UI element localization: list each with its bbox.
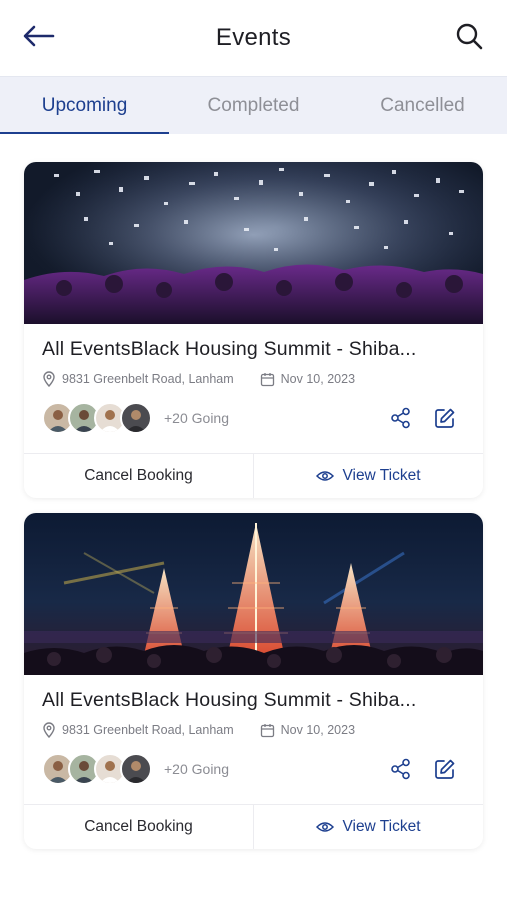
event-card[interactable]: All EventsBlack Housing Summit - Shiba..…	[24, 513, 483, 849]
arrow-left-icon	[23, 25, 55, 47]
event-location: 9831 Greenbelt Road, Lanham	[42, 371, 234, 387]
going-count: +20 Going	[164, 410, 229, 426]
event-cover-image	[24, 162, 483, 324]
going-count: +20 Going	[164, 761, 229, 777]
view-ticket-label: View Ticket	[342, 467, 421, 484]
page-title: Events	[215, 24, 292, 51]
location-text: 9831 Greenbelt Road, Lanham	[62, 723, 234, 737]
event-tabs: Upcoming Completed Cancelled	[0, 76, 507, 134]
cancel-booking-button[interactable]: Cancel Booking	[24, 454, 253, 498]
event-card[interactable]: All EventsBlack Housing Summit - Shiba..…	[24, 162, 483, 498]
event-location: 9831 Greenbelt Road, Lanham	[42, 722, 234, 738]
share-icon	[391, 758, 410, 780]
tab-cancelled[interactable]: Cancelled	[338, 77, 507, 134]
eye-icon	[316, 471, 335, 481]
app-header: Events	[0, 0, 507, 76]
event-title: All EventsBlack Housing Summit - Shiba..…	[42, 689, 417, 711]
edit-button[interactable]	[431, 755, 459, 783]
share-icon	[391, 407, 410, 429]
festival-stage-illustration	[24, 523, 483, 675]
attendee-avatars[interactable]: +20 Going	[42, 402, 229, 434]
location-pin-icon	[43, 722, 55, 738]
view-ticket-button[interactable]: View Ticket	[253, 805, 483, 849]
calendar-icon	[260, 372, 274, 386]
event-cover-image	[24, 513, 483, 675]
search-button[interactable]	[451, 18, 487, 54]
view-ticket-button[interactable]: View Ticket	[253, 454, 483, 498]
edit-icon	[435, 408, 455, 428]
eye-icon	[316, 822, 335, 832]
event-title: All EventsBlack Housing Summit - Shiba..…	[42, 338, 417, 360]
tab-completed[interactable]: Completed	[169, 77, 338, 134]
avatar	[120, 402, 152, 434]
back-button[interactable]	[20, 18, 58, 54]
view-ticket-label: View Ticket	[342, 818, 421, 835]
event-date: Nov 10, 2023	[260, 723, 355, 738]
search-icon	[456, 23, 483, 50]
concert-confetti-illustration	[24, 162, 483, 324]
share-button[interactable]	[387, 755, 415, 783]
location-text: 9831 Greenbelt Road, Lanham	[62, 372, 234, 386]
edit-button[interactable]	[431, 404, 459, 432]
avatar	[120, 753, 152, 785]
location-pin-icon	[43, 371, 55, 387]
attendee-avatars[interactable]: +20 Going	[42, 753, 229, 785]
tab-upcoming[interactable]: Upcoming	[0, 77, 169, 134]
cancel-booking-button[interactable]: Cancel Booking	[24, 805, 253, 849]
calendar-icon	[260, 723, 274, 737]
share-button[interactable]	[387, 404, 415, 432]
date-text: Nov 10, 2023	[280, 723, 356, 737]
edit-icon	[435, 759, 455, 779]
event-date: Nov 10, 2023	[260, 372, 355, 387]
date-text: Nov 10, 2023	[280, 372, 356, 386]
